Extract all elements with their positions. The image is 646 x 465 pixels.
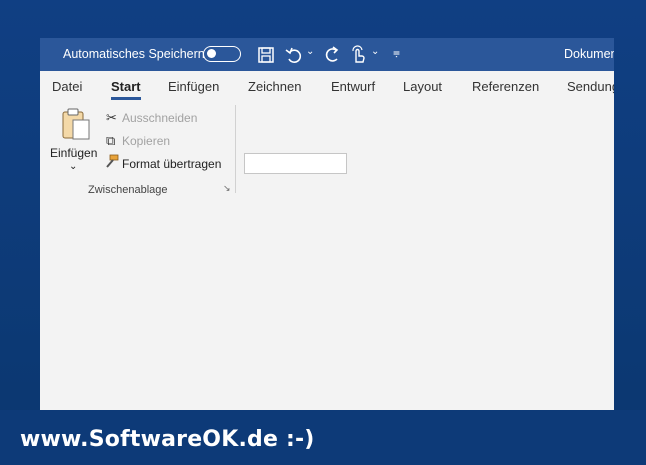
copy-button[interactable]: Kopieren (122, 134, 170, 148)
tab-datei[interactable]: Datei (52, 79, 82, 94)
cut-button[interactable]: Ausschneiden (122, 111, 197, 125)
clipboard-group-label: Zwischenablage (88, 184, 168, 196)
copy-icon[interactable]: ⧉ (106, 133, 115, 149)
paste-dropdown-icon[interactable]: ⌄ (69, 161, 77, 172)
touch-mode-icon[interactable] (348, 45, 368, 65)
toggle-knob (207, 49, 216, 58)
paste-button[interactable]: Einfügen (50, 146, 97, 160)
customize-quick-access-icon[interactable]: ⩦ (393, 45, 400, 60)
autosave-label: Automatisches Speichern (63, 47, 205, 61)
format-painter-icon[interactable] (104, 154, 120, 170)
document-title: Dokumen (564, 47, 614, 61)
undo-dropdown-icon[interactable]: ⌄ (306, 46, 314, 57)
redo-icon[interactable] (322, 45, 342, 65)
tab-start[interactable]: Start (111, 79, 141, 94)
tab-layout[interactable]: Layout (403, 79, 442, 94)
tab-einfuegen[interactable]: Einfügen (168, 79, 219, 94)
title-bar: Automatisches Speichern ⌄ ⌄ ⩦ Dokumen (40, 38, 614, 71)
cut-icon[interactable]: ✂ (106, 110, 117, 126)
undo-icon[interactable] (284, 45, 304, 65)
save-icon[interactable] (256, 45, 276, 65)
clipboard-launcher-icon[interactable]: ↘ (223, 183, 231, 194)
tab-zeichnen[interactable]: Zeichnen (248, 79, 301, 94)
autosave-toggle[interactable] (203, 46, 241, 62)
watermark-text: www.SoftwareOK.de :-) (20, 427, 315, 452)
touch-dropdown-icon[interactable]: ⌄ (371, 46, 379, 57)
tab-entwurf[interactable]: Entwurf (331, 79, 375, 94)
format-painter-button[interactable]: Format übertragen (122, 157, 221, 171)
group-separator (235, 105, 236, 193)
ribbon: Einfügen ⌄ ✂ Ausschneiden ⧉ Kopieren For… (40, 101, 614, 198)
ribbon-tabs: Datei Start Einfügen Zeichnen Entwurf La… (40, 71, 614, 101)
paste-icon[interactable] (60, 107, 92, 141)
word-window: Automatisches Speichern ⌄ ⌄ ⩦ Dokumen Da… (40, 38, 614, 410)
active-tab-indicator (111, 97, 141, 100)
tab-sendungen[interactable]: Sendung (567, 79, 614, 94)
tab-referenzen[interactable]: Referenzen (472, 79, 539, 94)
